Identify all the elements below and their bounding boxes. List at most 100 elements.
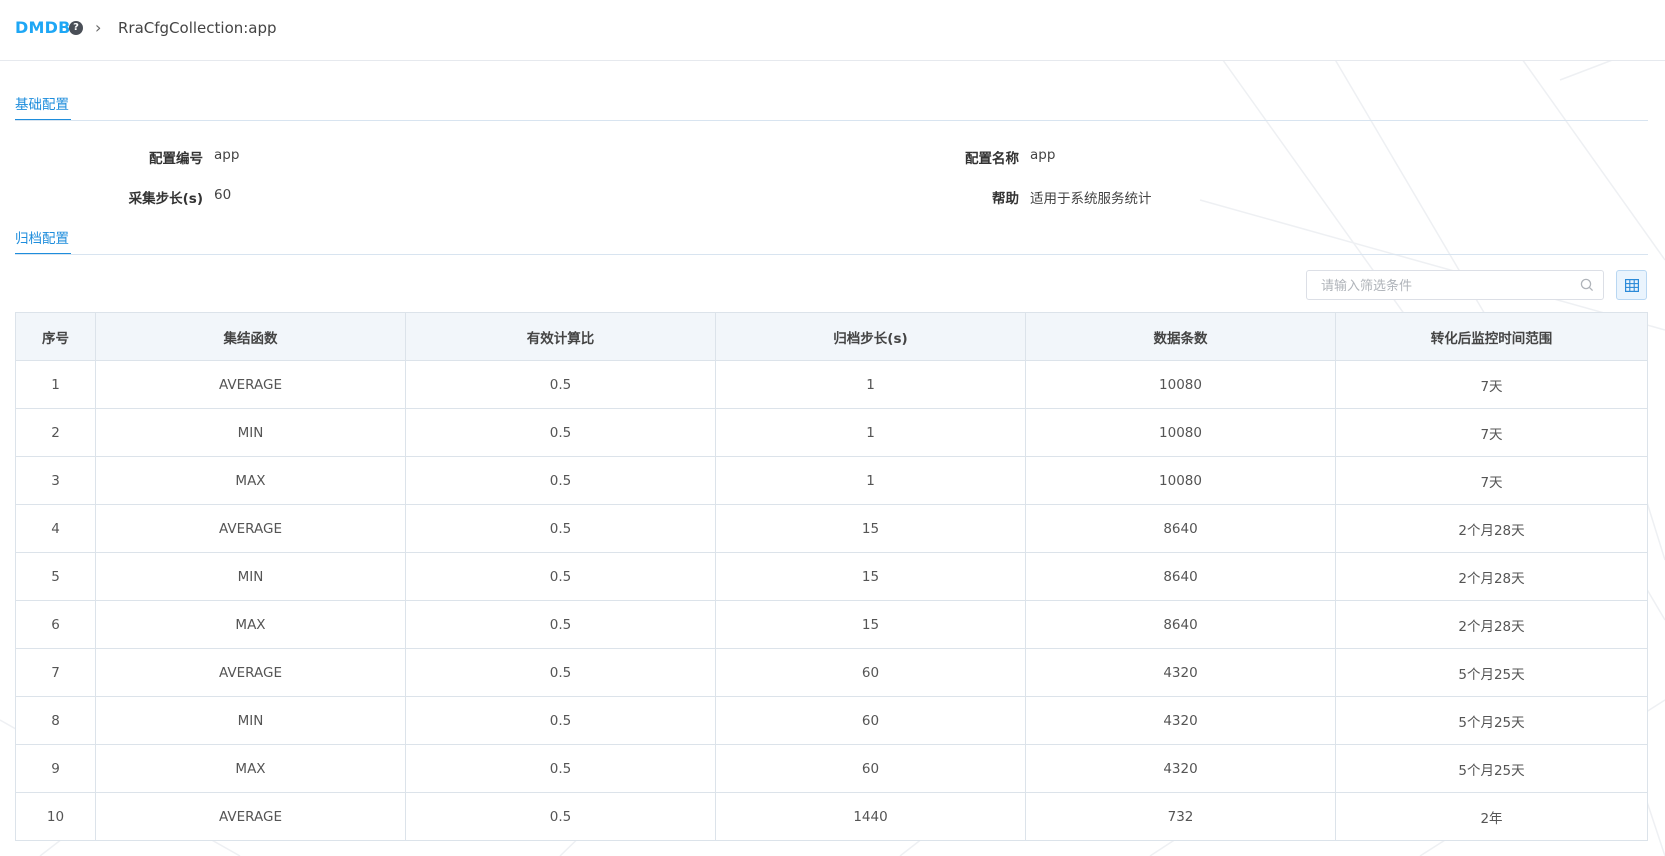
- cell-archive-step: 60: [715, 744, 1026, 793]
- cell-index: 7: [15, 648, 96, 697]
- section-divider: [15, 254, 1648, 255]
- cell-time-range: 5个月25天: [1335, 648, 1648, 697]
- cell-archive-step: 15: [715, 600, 1026, 649]
- col-header-archive-step[interactable]: 归档步长(s): [715, 312, 1026, 361]
- col-header-ratio[interactable]: 有效计算比: [405, 312, 716, 361]
- table-row[interactable]: 2 MIN 0.5 1 10080 7天: [15, 408, 1648, 457]
- chevron-right-icon: ›: [95, 18, 102, 37]
- table-row[interactable]: 9 MAX 0.5 60 4320 5个月25天: [15, 744, 1648, 793]
- cell-function: MIN: [95, 408, 406, 457]
- cell-index: 10: [15, 792, 96, 841]
- tab-archive-config[interactable]: 归档配置: [15, 227, 71, 255]
- tab-archive-config-label: 归档配置: [15, 231, 69, 247]
- cell-archive-step: 1: [715, 408, 1026, 457]
- help-value: 适用于系统服务统计: [1030, 191, 1152, 207]
- cell-function: MIN: [95, 696, 406, 745]
- tab-basic-config-label: 基础配置: [15, 97, 69, 113]
- cell-function: AVERAGE: [95, 360, 406, 409]
- cell-archive-step: 1: [715, 456, 1026, 505]
- archive-config-table: 序号 集结函数 有效计算比 归档步长(s) 数据条数 转化后监控时间范围 1 A…: [15, 312, 1648, 841]
- cell-ratio: 0.5: [405, 504, 716, 553]
- top-header: DMDB ? › RraCfgCollection:app: [0, 0, 1665, 61]
- cell-time-range: 5个月25天: [1335, 744, 1648, 793]
- tab-basic-config[interactable]: 基础配置: [15, 93, 71, 121]
- table-row[interactable]: 8 MIN 0.5 60 4320 5个月25天: [15, 696, 1648, 745]
- table-header-row: 序号 集结函数 有效计算比 归档步长(s) 数据条数 转化后监控时间范围: [15, 312, 1648, 361]
- cell-ratio: 0.5: [405, 696, 716, 745]
- cell-ratio: 0.5: [405, 456, 716, 505]
- cell-archive-step: 15: [715, 552, 1026, 601]
- config-id-label: 配置编号: [149, 151, 203, 167]
- cell-row-count: 8640: [1025, 504, 1336, 553]
- cell-row-count: 4320: [1025, 648, 1336, 697]
- cell-ratio: 0.5: [405, 648, 716, 697]
- cell-ratio: 0.5: [405, 744, 716, 793]
- cell-index: 1: [15, 360, 96, 409]
- cell-index: 5: [15, 552, 96, 601]
- col-header-time-range[interactable]: 转化后监控时间范围: [1335, 312, 1648, 361]
- cell-ratio: 0.5: [405, 552, 716, 601]
- step-value: 60: [214, 187, 232, 203]
- cell-time-range: 7天: [1335, 408, 1648, 457]
- cell-archive-step: 60: [715, 648, 1026, 697]
- cell-function: AVERAGE: [95, 648, 406, 697]
- table-row[interactable]: 1 AVERAGE 0.5 1 10080 7天: [15, 360, 1648, 409]
- table-row[interactable]: 7 AVERAGE 0.5 60 4320 5个月25天: [15, 648, 1648, 697]
- cell-time-range: 5个月25天: [1335, 696, 1648, 745]
- table-row[interactable]: 4 AVERAGE 0.5 15 8640 2个月28天: [15, 504, 1648, 553]
- cell-row-count: 4320: [1025, 744, 1336, 793]
- cell-index: 6: [15, 600, 96, 649]
- cell-function: MAX: [95, 456, 406, 505]
- section-divider: [15, 120, 1648, 121]
- help-icon[interactable]: ?: [69, 21, 83, 35]
- cell-time-range: 7天: [1335, 456, 1648, 505]
- cell-row-count: 8640: [1025, 600, 1336, 649]
- table-grid-icon: [1625, 279, 1639, 292]
- cell-archive-step: 1: [715, 360, 1026, 409]
- cell-function: AVERAGE: [95, 792, 406, 841]
- col-header-index[interactable]: 序号: [15, 312, 96, 361]
- cell-row-count: 10080: [1025, 408, 1336, 457]
- filter-search-box: [1306, 270, 1604, 301]
- cell-archive-step: 60: [715, 696, 1026, 745]
- cell-time-range: 7天: [1335, 360, 1648, 409]
- cell-function: AVERAGE: [95, 504, 406, 553]
- cell-row-count: 4320: [1025, 696, 1336, 745]
- cell-time-range: 2年: [1335, 792, 1648, 841]
- config-name-value: app: [1030, 147, 1056, 163]
- table-row[interactable]: 6 MAX 0.5 15 8640 2个月28天: [15, 600, 1648, 649]
- cell-ratio: 0.5: [405, 600, 716, 649]
- col-header-function[interactable]: 集结函数: [95, 312, 406, 361]
- col-header-row-count[interactable]: 数据条数: [1025, 312, 1336, 361]
- breadcrumb-current: RraCfgCollection:app: [118, 19, 277, 37]
- help-label: 帮助: [992, 191, 1019, 207]
- cell-row-count: 8640: [1025, 552, 1336, 601]
- cell-index: 2: [15, 408, 96, 457]
- cell-index: 4: [15, 504, 96, 553]
- table-row[interactable]: 5 MIN 0.5 15 8640 2个月28天: [15, 552, 1648, 601]
- cell-function: MIN: [95, 552, 406, 601]
- cell-ratio: 0.5: [405, 408, 716, 457]
- config-id-value: app: [214, 147, 240, 163]
- config-name-label: 配置名称: [965, 151, 1019, 167]
- cell-function: MAX: [95, 744, 406, 793]
- cell-index: 9: [15, 744, 96, 793]
- table-row[interactable]: 3 MAX 0.5 1 10080 7天: [15, 456, 1648, 505]
- search-icon[interactable]: [1580, 278, 1594, 292]
- cell-ratio: 0.5: [405, 792, 716, 841]
- cell-index: 3: [15, 456, 96, 505]
- cell-time-range: 2个月28天: [1335, 504, 1648, 553]
- cell-archive-step: 15: [715, 504, 1026, 553]
- cell-index: 8: [15, 696, 96, 745]
- cell-time-range: 2个月28天: [1335, 552, 1648, 601]
- cell-row-count: 10080: [1025, 456, 1336, 505]
- step-label: 采集步长(s): [128, 191, 203, 207]
- cell-row-count: 10080: [1025, 360, 1336, 409]
- brand-link[interactable]: DMDB: [15, 18, 70, 37]
- filter-input[interactable]: [1307, 271, 1573, 301]
- cell-row-count: 732: [1025, 792, 1336, 841]
- cell-archive-step: 1440: [715, 792, 1026, 841]
- table-row[interactable]: 10 AVERAGE 0.5 1440 732 2年: [15, 792, 1648, 841]
- column-settings-button[interactable]: [1616, 270, 1647, 300]
- cell-ratio: 0.5: [405, 360, 716, 409]
